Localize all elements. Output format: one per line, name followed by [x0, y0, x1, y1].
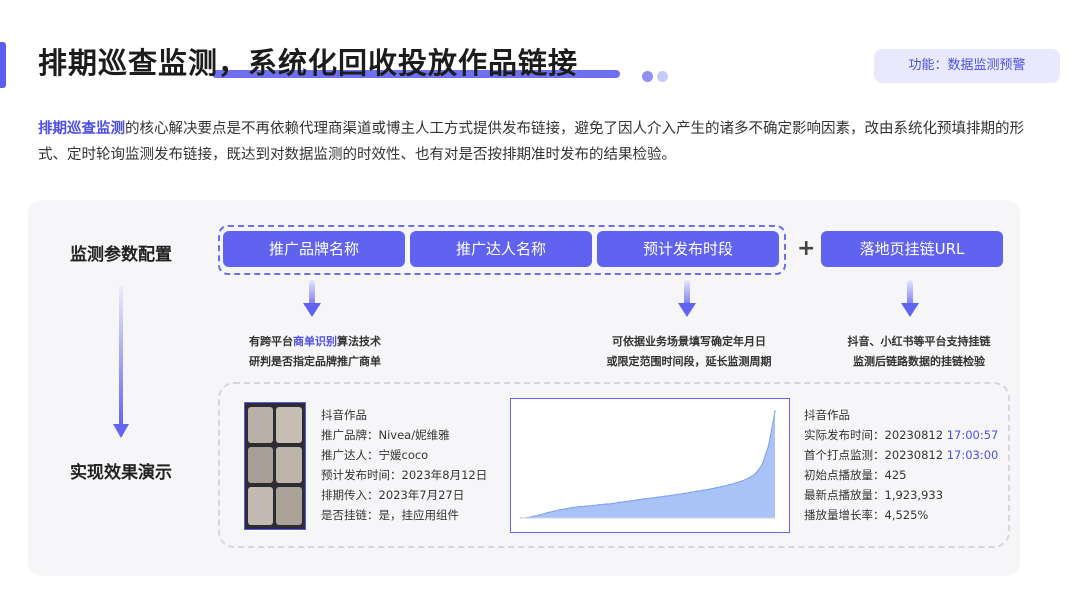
chart-point	[663, 495, 666, 498]
chart-point	[683, 492, 685, 495]
chart-point	[637, 498, 639, 501]
thumb-photo	[276, 447, 302, 483]
chart-point	[591, 504, 594, 507]
chart-point	[643, 498, 646, 500]
chart-point	[748, 477, 750, 479]
monitor-initial-plays: 初始点播放量：425	[804, 468, 907, 482]
param-kol-button[interactable]: 推广达人名称	[410, 231, 592, 267]
work-platform: 抖音作品	[321, 408, 367, 422]
note-landing: 抖音、小红书等平台支持挂链 监测后链路数据的挂链检验	[826, 332, 1012, 372]
chart-point	[546, 511, 548, 514]
chart-point	[722, 485, 724, 488]
note-brand: 有跨平台商单识别算法技术 研判是否指定品牌推广商单	[230, 332, 400, 372]
decor-dot	[642, 71, 653, 82]
note-text: 算法技术	[337, 335, 381, 348]
note-text: 研判是否指定品牌推广商单	[249, 355, 381, 368]
plays-trend-chart[interactable]	[510, 398, 790, 533]
note-text: 或限定范围时间段，延长监测周期	[606, 355, 772, 368]
down-arrow-head-icon	[678, 303, 696, 317]
chart-point	[670, 494, 672, 497]
description: 排期巡查监测的核心解决要点是不再依赖代理商渠道或博主人工方式提供发布链接，避免了…	[38, 116, 1048, 168]
note-text: 抖音、小红书等平台支持挂链	[847, 335, 991, 348]
param-period-button[interactable]: 预计发布时段	[597, 231, 779, 267]
chart-point	[624, 500, 626, 503]
chart-point	[552, 510, 555, 513]
work-schedule-date: 排期传入：2023年7月27日	[321, 488, 465, 502]
description-highlight: 排期巡查监测	[38, 121, 125, 137]
monitor-latest-plays: 最新点播放量：1,923,933	[804, 488, 944, 502]
thumb-photo	[248, 407, 273, 443]
chart-point	[761, 464, 763, 466]
chart-point	[735, 482, 737, 484]
chart-point	[630, 500, 633, 502]
chart-point	[657, 496, 659, 498]
thumb-photo	[248, 487, 273, 525]
chart-point	[533, 515, 535, 518]
time-value: 17:00:57	[946, 428, 999, 442]
chart-point	[696, 490, 698, 493]
chart-point	[539, 513, 542, 516]
param-landing-url-button[interactable]: 落地页挂链URL	[821, 231, 1003, 267]
note-period: 可依据业务场景填写确定年月日 或限定范围时间段，延长监测周期	[596, 332, 782, 372]
work-kol: 推广达人：宁媛coco	[321, 448, 429, 462]
chart-point	[767, 445, 770, 447]
config-section-label: 监测参数配置	[70, 245, 172, 265]
description-text: 的核心解决要点是不再依赖代理商渠道或博主人工方式提供发布链接，避免了因人介入产生…	[38, 121, 1024, 163]
work-hook-link: 是否挂链：是，挂应用组件	[321, 508, 459, 522]
chart-point	[676, 493, 679, 496]
plus-icon: +	[797, 236, 816, 261]
time-value: 17:03:00	[946, 448, 999, 462]
thumb-photo	[276, 487, 302, 525]
thumb-photo	[276, 407, 302, 443]
chart-point	[702, 489, 705, 491]
monitor-growth-rate: 播放量增长率：4,525%	[804, 508, 929, 522]
note-text: 有跨平台	[249, 335, 293, 348]
flow-arrow-icon	[113, 424, 129, 438]
work-info: 抖音作品 推广品牌：Nivea/妮维雅 推广达人：宁媛coco 预计发布时间：2…	[321, 405, 487, 525]
chart-point	[565, 507, 568, 510]
label: 首个打点监测：20230812	[804, 448, 947, 462]
chart-point	[572, 506, 574, 509]
chart-point	[617, 501, 620, 504]
video-thumbnail[interactable]	[244, 402, 306, 530]
chart-point	[754, 472, 757, 475]
monitor-first-time: 首个打点监测：20230812 17:03:00	[804, 445, 998, 465]
chart-point	[728, 483, 731, 486]
chart-point	[715, 486, 718, 489]
chart-point	[741, 480, 744, 482]
flow-connector-line	[119, 286, 123, 426]
note-text: 可依据业务场景填写确定年月日	[612, 335, 766, 348]
page-title: 排期巡查监测，系统化回收投放作品链接	[38, 46, 579, 80]
chart-area-series	[521, 411, 775, 518]
title-accent-bar	[0, 42, 6, 88]
result-section-label: 实现效果演示	[70, 463, 172, 483]
chart-svg	[520, 410, 776, 519]
chart-point	[598, 503, 600, 506]
work-brand: 推广品牌：Nivea/妮维雅	[321, 428, 450, 442]
chart-point	[585, 505, 587, 507]
param-brand-button[interactable]: 推广品牌名称	[223, 231, 405, 267]
chart-point	[650, 497, 653, 499]
work-planned-date: 预计发布时间：2023年8月12日	[321, 468, 488, 482]
monitor-platform: 抖音作品	[804, 408, 850, 422]
chart-point	[709, 488, 711, 490]
chart-point	[604, 503, 607, 505]
decor-dot	[657, 71, 668, 82]
monitor-info: 抖音作品 实际发布时间：20230812 17:00:57 首个打点监测：202…	[804, 405, 998, 525]
chart-point	[611, 502, 613, 505]
note-highlight: 商单识别	[293, 335, 337, 348]
feature-badge[interactable]: 功能：数据监测预警	[874, 49, 1060, 83]
label: 实际发布时间：20230812	[804, 428, 947, 442]
chart-point	[774, 410, 776, 412]
thumb-photo	[248, 447, 273, 483]
monitor-actual-time: 实际发布时间：20230812 17:00:57	[804, 425, 998, 445]
down-arrow-head-icon	[901, 303, 919, 317]
note-text: 监测后链路数据的挂链检验	[853, 355, 985, 368]
down-arrow-head-icon	[303, 303, 321, 317]
chart-point	[559, 508, 561, 511]
chart-point	[689, 491, 692, 494]
chart-point	[578, 505, 581, 508]
